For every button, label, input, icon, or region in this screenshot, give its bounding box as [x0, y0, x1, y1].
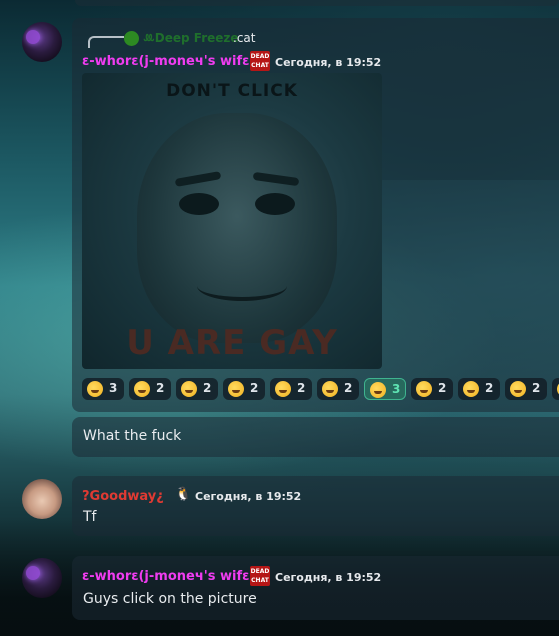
- reaction-count: 2: [250, 381, 259, 395]
- message-author[interactable]: ɛ-whorɛ(j-moneч's wifɛ): [82, 54, 255, 69]
- penguin-icon: 🐧: [175, 487, 192, 502]
- reply-suffix[interactable]: .cat: [233, 31, 255, 45]
- rofl-icon: [228, 381, 244, 397]
- reaction-pill[interactable]: 2: [505, 378, 547, 400]
- rofl-icon: [370, 382, 386, 398]
- reaction-pill[interactable]: 2: [552, 378, 559, 400]
- reaction-pill[interactable]: 3: [82, 378, 124, 400]
- reply-avatar[interactable]: [124, 31, 139, 46]
- reaction-count: 2: [344, 381, 353, 395]
- reaction-count: 3: [392, 382, 401, 396]
- message-group-4: [72, 556, 559, 620]
- image-bottom-caption: U ARE GAY: [126, 323, 338, 363]
- reaction-pill[interactable]: 2: [270, 378, 312, 400]
- rofl-icon: [510, 381, 526, 397]
- rofl-icon: [87, 381, 103, 397]
- reaction-count: 2: [438, 381, 447, 395]
- reaction-bar: 32222232222: [82, 378, 559, 402]
- message-text: Tf: [83, 509, 97, 525]
- reaction-pill[interactable]: 2: [129, 378, 171, 400]
- avatar[interactable]: [22, 479, 62, 519]
- reaction-pill[interactable]: 2: [458, 378, 500, 400]
- dead-chat-badge: DEAD CHAT: [250, 51, 270, 71]
- reaction-pill-active[interactable]: 3: [364, 378, 406, 400]
- rofl-icon: [416, 381, 432, 397]
- reaction-count: 2: [485, 381, 494, 395]
- rofl-icon: [463, 381, 479, 397]
- reaction-count: 3: [109, 381, 118, 395]
- rofl-icon: [275, 381, 291, 397]
- reaction-pill[interactable]: 2: [411, 378, 453, 400]
- reply-author[interactable]: ꔛDeep Freeze: [143, 31, 239, 46]
- dead-chat-badge: DEAD CHAT: [250, 566, 270, 586]
- rofl-icon: [134, 381, 150, 397]
- message-timestamp: Сегодня, в 19:52: [275, 571, 382, 584]
- rofl-icon: [322, 381, 338, 397]
- reaction-count: 2: [532, 381, 541, 395]
- reaction-pill[interactable]: 2: [176, 378, 218, 400]
- message-timestamp: Сегодня, в 19:52: [195, 490, 302, 503]
- message-timestamp: Сегодня, в 19:52: [275, 56, 382, 69]
- message-author[interactable]: ?Goodway¿: [82, 489, 164, 504]
- image-top-caption: DON'T CLICK: [166, 81, 298, 101]
- message-text: Guys click on the picture: [83, 591, 257, 607]
- message-image[interactable]: DON'T CLICK U ARE GAY: [82, 73, 382, 369]
- rofl-icon: [181, 381, 197, 397]
- previous-message-edge: [75, 0, 559, 6]
- reaction-count: 2: [297, 381, 306, 395]
- reaction-count: 2: [203, 381, 212, 395]
- reply-connector: [88, 36, 124, 48]
- avatar[interactable]: [22, 558, 62, 598]
- message-text: What the fuck: [83, 428, 182, 444]
- reaction-pill[interactable]: 2: [317, 378, 359, 400]
- message-group-3: [72, 476, 559, 536]
- reaction-count: 2: [156, 381, 165, 395]
- avatar[interactable]: [22, 22, 62, 62]
- reaction-pill[interactable]: 2: [223, 378, 265, 400]
- image-face: [137, 113, 337, 343]
- message-author[interactable]: ɛ-whorɛ(j-moneч's wifɛ): [82, 569, 255, 584]
